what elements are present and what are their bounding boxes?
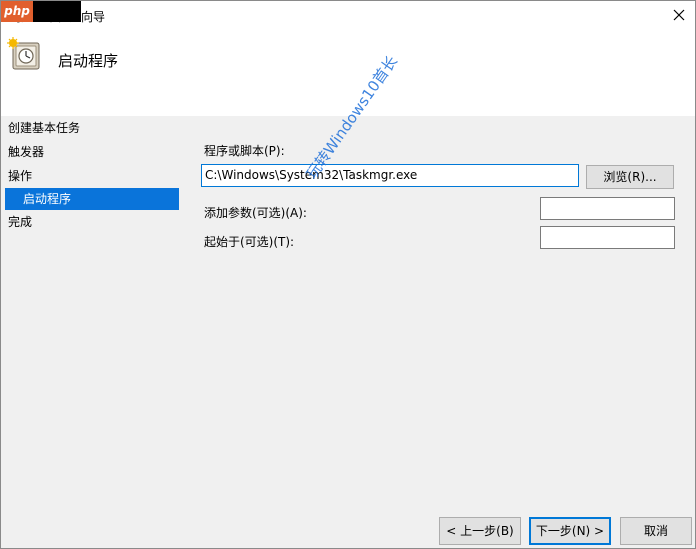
program-label: 程序或脚本(P): xyxy=(204,144,285,158)
page-title: 启动程序 xyxy=(58,52,119,70)
start-in-label: 起始于(可选)(T): xyxy=(204,235,295,249)
start-in-input[interactable] xyxy=(540,226,675,249)
step-start-program: 启动程序 xyxy=(5,188,179,210)
step-create-basic-task: 创建基本任务 xyxy=(8,121,81,135)
step-action: 操作 xyxy=(8,169,33,183)
cancel-button[interactable]: 取消 xyxy=(620,517,692,545)
task-wizard-window: 创建基本任务向导 php 启动程序 创建基本任务 触发器 操作 启动程序 完成 … xyxy=(0,0,696,549)
step-finish: 完成 xyxy=(8,215,33,229)
title-bar: 创建基本任务向导 xyxy=(1,1,695,31)
program-input[interactable]: C:\Windows\System32\Taskmgr.exe xyxy=(201,164,579,187)
arguments-input[interactable] xyxy=(540,197,675,220)
browse-button[interactable]: 浏览(R)... xyxy=(586,165,674,189)
php-logo: php xyxy=(1,1,33,22)
scheduled-task-clock-icon xyxy=(7,37,40,70)
arguments-label: 添加参数(可选)(A): xyxy=(204,206,307,220)
back-button[interactable]: < 上一步(B) xyxy=(439,517,521,545)
next-button[interactable]: 下一步(N) > xyxy=(529,517,611,545)
close-icon[interactable] xyxy=(671,7,687,23)
step-trigger: 触发器 xyxy=(8,145,45,159)
